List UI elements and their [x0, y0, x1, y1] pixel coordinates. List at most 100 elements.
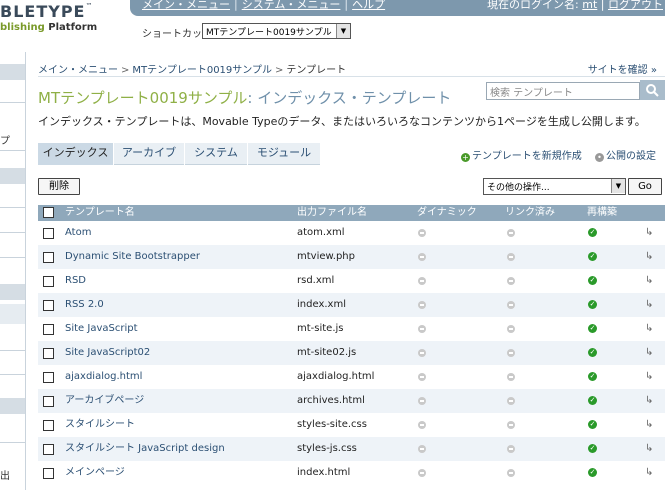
- page-title-blog: MTテンプレート0019サンプル: [38, 89, 248, 107]
- table-row: Site JavaScript mt-site.js ✓ ↳: [38, 317, 665, 341]
- shortcut-select[interactable]: MTテンプレート0019サンプル ▼: [202, 23, 351, 39]
- shortcut-select-value: MTテンプレート0019サンプル: [206, 28, 332, 38]
- dynamic-status-icon: [418, 253, 426, 261]
- page-title-section: : インデックス・テンプレート: [247, 89, 452, 107]
- template-name-link[interactable]: Site JavaScript02: [65, 341, 150, 365]
- template-name-link[interactable]: アーカイブページ: [65, 389, 144, 413]
- publish-icon[interactable]: ↳: [645, 365, 653, 389]
- table-row: スタイルシート JavaScript design styles-js.css ✓ ↳: [38, 437, 665, 461]
- select-all-checkbox[interactable]: [43, 207, 54, 218]
- search-input[interactable]: 検索 テンプレート: [486, 82, 640, 100]
- chevron-down-icon[interactable]: ▼: [611, 179, 625, 193]
- publish-icon[interactable]: ↳: [645, 413, 653, 437]
- row-checkbox[interactable]: [43, 252, 54, 263]
- row-checkbox[interactable]: [43, 348, 54, 359]
- linked-status-icon: [507, 397, 515, 405]
- sidebar-section-header: [0, 64, 25, 80]
- sidebar-item-label[interactable]: プ: [0, 132, 10, 147]
- publish-settings-link[interactable]: • 公開の設定: [595, 147, 656, 162]
- rebuild-check-icon: ✓: [588, 420, 597, 429]
- sidebar-section-header: [0, 284, 25, 300]
- logo-text: BLETYPE: [0, 2, 86, 21]
- linked-status-icon: [507, 373, 515, 381]
- template-name-link[interactable]: Dynamic Site Bootstrapper: [65, 245, 200, 269]
- template-name-link[interactable]: ajaxdialog.html: [65, 365, 142, 389]
- row-checkbox[interactable]: [43, 396, 54, 407]
- tab-index[interactable]: インデックス: [38, 143, 113, 165]
- nav-separator: |: [344, 0, 349, 11]
- rebuild-check-icon: ✓: [588, 348, 597, 357]
- column-header-output[interactable]: 出力ファイル名: [297, 205, 367, 221]
- publish-icon[interactable]: ↳: [645, 293, 653, 317]
- search-button[interactable]: [640, 80, 665, 100]
- template-name-link[interactable]: スタイルシート: [65, 413, 135, 437]
- template-name-link[interactable]: Atom: [65, 221, 91, 245]
- table-row: ajaxdialog.html ajaxdialog.html ✓ ↳: [38, 365, 665, 389]
- publish-icon[interactable]: ↳: [645, 341, 653, 365]
- table-header: テンプレート名 出力ファイル名 ダイナミック リンク済み 再構築: [38, 205, 665, 221]
- output-file-name: mt-site02.js: [297, 347, 357, 358]
- login-label: 現在のログイン名:: [487, 0, 579, 11]
- column-header-linked: リンク済み: [505, 207, 555, 218]
- nav-main-menu[interactable]: メイン・メニュー: [142, 0, 230, 11]
- gear-icon: •: [595, 153, 604, 162]
- row-checkbox[interactable]: [43, 276, 54, 287]
- logo-trademark: ™: [85, 2, 94, 10]
- tab-system[interactable]: システム: [185, 143, 247, 165]
- sidebar-item-label[interactable]: 出: [0, 467, 10, 482]
- tab-archive[interactable]: アーカイブ: [114, 143, 184, 165]
- row-checkbox[interactable]: [43, 372, 54, 383]
- publish-icon[interactable]: ↳: [645, 437, 653, 461]
- logo-subtitle-prefix: blishing: [0, 22, 45, 33]
- row-checkbox[interactable]: [43, 300, 54, 311]
- row-checkbox[interactable]: [43, 420, 54, 431]
- nav-system-menu[interactable]: システム・メニュー: [242, 0, 341, 11]
- linked-status-icon: [507, 445, 515, 453]
- create-template-link[interactable]: + テンプレートを新規作成: [461, 147, 582, 162]
- user-info: 現在のログイン名: mt | ログアウト: [487, 0, 663, 12]
- publish-icon[interactable]: ↳: [645, 269, 653, 293]
- row-checkbox[interactable]: [43, 324, 54, 335]
- dynamic-status-icon: [418, 277, 426, 285]
- search-placeholder: 検索 テンプレート: [490, 88, 573, 99]
- publish-icon[interactable]: ↳: [645, 317, 653, 341]
- more-actions-select[interactable]: その他の操作... ▼: [483, 178, 626, 195]
- row-checkbox[interactable]: [43, 444, 54, 455]
- external-link-icon: »: [650, 65, 657, 76]
- nav-separator: |: [234, 0, 238, 11]
- sidebar-divider: [0, 442, 25, 443]
- linked-status-icon: [507, 349, 515, 357]
- breadcrumb-main-menu[interactable]: メイン・メニュー: [38, 65, 118, 76]
- logout-link[interactable]: ログアウト: [608, 0, 663, 11]
- create-template-label: テンプレートを新規作成: [472, 151, 582, 162]
- sidebar-divider: [0, 232, 25, 233]
- more-actions-value: その他の操作...: [487, 183, 550, 193]
- template-name-link[interactable]: メインページ: [65, 461, 125, 485]
- sidebar-item-active[interactable]: [0, 304, 25, 324]
- publish-icon[interactable]: ↳: [645, 389, 653, 413]
- login-user-link[interactable]: mt: [582, 0, 597, 11]
- logo: BLETYPE™: [0, 2, 93, 21]
- sidebar-divider: [0, 350, 25, 351]
- breadcrumb-blog[interactable]: MTテンプレート0019サンプル: [132, 65, 272, 76]
- view-site-link[interactable]: サイトを確認 »: [588, 61, 657, 76]
- template-name-link[interactable]: RSS 2.0: [65, 293, 104, 317]
- chevron-down-icon[interactable]: ▼: [336, 24, 350, 38]
- row-checkbox[interactable]: [43, 468, 54, 479]
- tab-module[interactable]: モジュール: [248, 143, 320, 165]
- template-name-link[interactable]: Site JavaScript: [65, 317, 138, 341]
- publish-icon[interactable]: ↳: [645, 245, 653, 269]
- sidebar-divider: [0, 207, 25, 208]
- divider: [38, 76, 665, 77]
- publish-icon[interactable]: ↳: [645, 221, 653, 245]
- delete-button[interactable]: 削除: [38, 178, 80, 195]
- nav-help[interactable]: ヘルプ: [352, 0, 385, 11]
- template-name-link[interactable]: RSD: [65, 269, 86, 293]
- sidebar-divider: [0, 257, 25, 258]
- publish-icon[interactable]: ↳: [645, 461, 653, 485]
- column-header-name[interactable]: テンプレート名: [65, 205, 135, 221]
- template-name-link[interactable]: スタイルシート JavaScript design: [65, 437, 225, 461]
- linked-status-icon: [507, 469, 515, 477]
- row-checkbox[interactable]: [43, 228, 54, 239]
- go-button[interactable]: Go: [628, 178, 662, 195]
